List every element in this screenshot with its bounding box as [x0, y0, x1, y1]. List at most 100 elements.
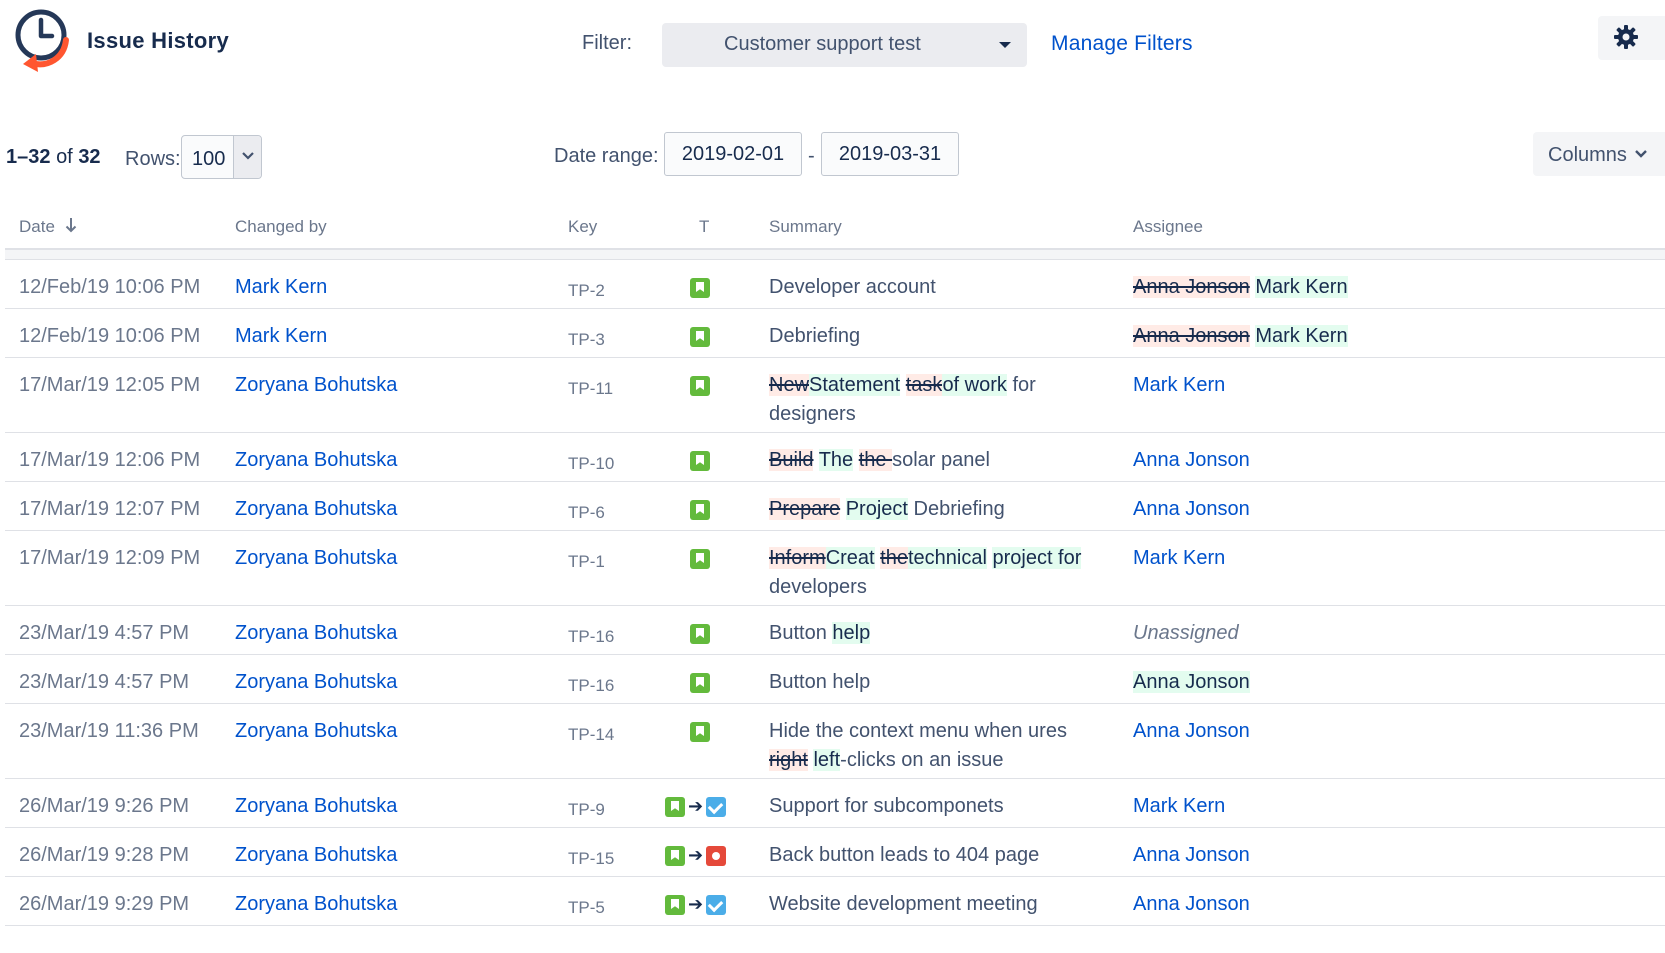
- row-changed-by-link[interactable]: Zoryana Bohutska: [235, 717, 397, 746]
- rows.8.assignee-segment-link[interactable]: Anna Jonson: [1133, 720, 1250, 742]
- row-date: 26/Mar/19 9:28 PM: [19, 844, 190, 866]
- row-summary: Back button leads to 404 page: [769, 841, 1099, 870]
- row-changed-by-link[interactable]: Zoryana Bohutska: [235, 792, 397, 821]
- row-changed-by-link[interactable]: Mark Kern: [235, 322, 327, 351]
- row-assignee: Anna Jonson: [1133, 495, 1250, 524]
- row-changed-by-link[interactable]: Zoryana Bohutska: [235, 544, 397, 573]
- date-range-separator: -: [808, 145, 815, 167]
- row-issue-key-link[interactable]: TP-11: [568, 374, 613, 403]
- row-assignee: Anna Jonson: [1133, 668, 1250, 697]
- chevron-down-icon: [242, 152, 254, 160]
- rows.1.assignee-segment-add: Mark Kern: [1255, 325, 1348, 347]
- row-assignee: Anna Jonson: [1133, 717, 1250, 746]
- columns-button-label: Columns: [1548, 144, 1627, 166]
- rows.8.summary-segment-plain: -clicks on an issue: [840, 749, 1004, 771]
- rows.5.summary-segment-add: project for: [992, 547, 1082, 569]
- row-summary: Debriefing: [769, 322, 1099, 351]
- table-body: 12/Feb/19 10:06 PM Mark Kern TP-2 Developer…: [5, 260, 1665, 926]
- right-arrow-icon: ➔: [688, 894, 704, 915]
- row-issue-key-link[interactable]: TP-9: [568, 795, 605, 824]
- date-to-input[interactable]: 2019-03-31: [821, 132, 959, 176]
- story-type-icon: [690, 500, 710, 520]
- row-assignee: Mark Kern: [1133, 544, 1225, 573]
- rows.2.assignee-segment-link[interactable]: Mark Kern: [1133, 374, 1225, 396]
- column-header-assignee[interactable]: Assignee: [1133, 217, 1203, 237]
- row-issue-type: [690, 499, 710, 521]
- rows.2.summary-segment-add: of work: [942, 374, 1007, 396]
- row-issue-key-link[interactable]: TP-5: [568, 893, 605, 922]
- story-type-icon: [690, 673, 710, 693]
- rows.4.assignee-segment-link[interactable]: Anna Jonson: [1133, 498, 1250, 520]
- table-row: 26/Mar/19 9:29 PM Zoryana Bohutska TP-5 ➔ We…: [5, 877, 1665, 926]
- column-header-changed-by[interactable]: Changed by: [235, 217, 327, 237]
- issue-history-table: Date Changed by Key T Summary Assignee 1…: [5, 200, 1665, 926]
- rows-per-page-select[interactable]: 100: [181, 135, 262, 179]
- rows.6.summary-segment-add: help: [832, 622, 871, 644]
- column-header-type[interactable]: T: [699, 217, 709, 237]
- table-row: 17/Mar/19 12:07 PM Zoryana Bohutska TP-6 Pr…: [5, 482, 1665, 531]
- rows.11.assignee-segment-link[interactable]: Anna Jonson: [1133, 893, 1250, 915]
- row-issue-key-link[interactable]: TP-1: [568, 547, 605, 576]
- columns-button[interactable]: Columns: [1533, 132, 1665, 176]
- result-range: 1–32 of 32: [6, 146, 101, 169]
- row-issue-key-link[interactable]: TP-2: [568, 276, 605, 305]
- filter-select[interactable]: Customer support test: [662, 23, 1027, 67]
- row-date: 17/Mar/19 12:05 PM: [19, 374, 201, 396]
- row-issue-key-link[interactable]: TP-6: [568, 498, 605, 527]
- rows.2.summary-segment-del: task: [905, 374, 943, 396]
- row-issue-key-link[interactable]: TP-14: [568, 720, 614, 749]
- app-logo: [14, 6, 72, 76]
- row-changed-by-link[interactable]: Zoryana Bohutska: [235, 371, 397, 400]
- row-summary: Build The the solar panel: [769, 446, 1099, 475]
- story-type-icon: [690, 549, 710, 569]
- row-date: 26/Mar/19 9:29 PM: [19, 893, 190, 915]
- row-assignee: Anna Jonson: [1133, 446, 1250, 475]
- row-date: 17/Mar/19 12:06 PM: [19, 449, 201, 471]
- date-from-input[interactable]: 2019-02-01: [664, 132, 802, 176]
- row-issue-key-link[interactable]: TP-3: [568, 325, 605, 354]
- table-row: 17/Mar/19 12:09 PM Zoryana Bohutska TP-1 In…: [5, 531, 1665, 606]
- result-range-of: of: [56, 146, 73, 168]
- rows.5.assignee-segment-link[interactable]: Mark Kern: [1133, 547, 1225, 569]
- row-summary: Developer account: [769, 273, 1099, 302]
- row-issue-type: [690, 326, 710, 348]
- rows-per-page-value: 100: [192, 148, 226, 170]
- story-type-icon: [690, 327, 710, 347]
- settings-button[interactable]: [1598, 16, 1665, 60]
- column-header-summary[interactable]: Summary: [769, 217, 842, 237]
- rows.1.summary-segment-plain: Debriefing: [769, 325, 861, 347]
- row-issue-key-link[interactable]: TP-16: [568, 622, 614, 651]
- row-changed-by-link[interactable]: Zoryana Bohutska: [235, 668, 397, 697]
- manage-filters-link[interactable]: Manage Filters: [1051, 32, 1193, 56]
- rows.3.summary-segment-del: Build: [769, 449, 814, 471]
- table-row: 26/Mar/19 9:28 PM Zoryana Bohutska TP-15 ➔ B…: [5, 828, 1665, 877]
- rows.6.assignee-segment-unassigned: Unassigned: [1133, 622, 1239, 644]
- row-changed-by-link[interactable]: Mark Kern: [235, 273, 327, 302]
- table-row: 12/Feb/19 10:06 PM Mark Kern TP-2 Developer…: [5, 260, 1665, 309]
- row-issue-type: [690, 672, 710, 694]
- story-type-icon: [690, 722, 710, 742]
- row-changed-by-link[interactable]: Zoryana Bohutska: [235, 619, 397, 648]
- row-issue-key-link[interactable]: TP-16: [568, 671, 614, 700]
- row-issue-key-link[interactable]: TP-10: [568, 449, 614, 478]
- rows.0.assignee-segment-add: Mark Kern: [1255, 276, 1348, 298]
- rows.9.assignee-segment-link[interactable]: Mark Kern: [1133, 795, 1225, 817]
- right-arrow-icon: ➔: [688, 796, 704, 817]
- chevron-down-icon: [1635, 150, 1647, 158]
- result-range-span: 1–32: [6, 146, 51, 168]
- row-changed-by-link[interactable]: Zoryana Bohutska: [235, 495, 397, 524]
- rows-dropdown-button[interactable]: [233, 136, 261, 178]
- row-issue-type: ➔: [665, 894, 727, 916]
- rows.3.assignee-segment-link[interactable]: Anna Jonson: [1133, 449, 1250, 471]
- rows.5.summary-segment-del: the: [880, 547, 908, 569]
- column-header-date[interactable]: Date: [19, 217, 77, 237]
- row-changed-by-link[interactable]: Zoryana Bohutska: [235, 446, 397, 475]
- row-issue-key-link[interactable]: TP-15: [568, 844, 614, 873]
- row-summary: NewStatement taskof work for designers: [769, 371, 1099, 429]
- row-changed-by-link[interactable]: Zoryana Bohutska: [235, 890, 397, 919]
- rows.5.summary-segment-add: Creat: [825, 547, 875, 569]
- row-changed-by-link[interactable]: Zoryana Bohutska: [235, 841, 397, 870]
- rows.10.assignee-segment-link[interactable]: Anna Jonson: [1133, 844, 1250, 866]
- row-issue-type: [690, 623, 710, 645]
- column-header-key[interactable]: Key: [568, 217, 597, 237]
